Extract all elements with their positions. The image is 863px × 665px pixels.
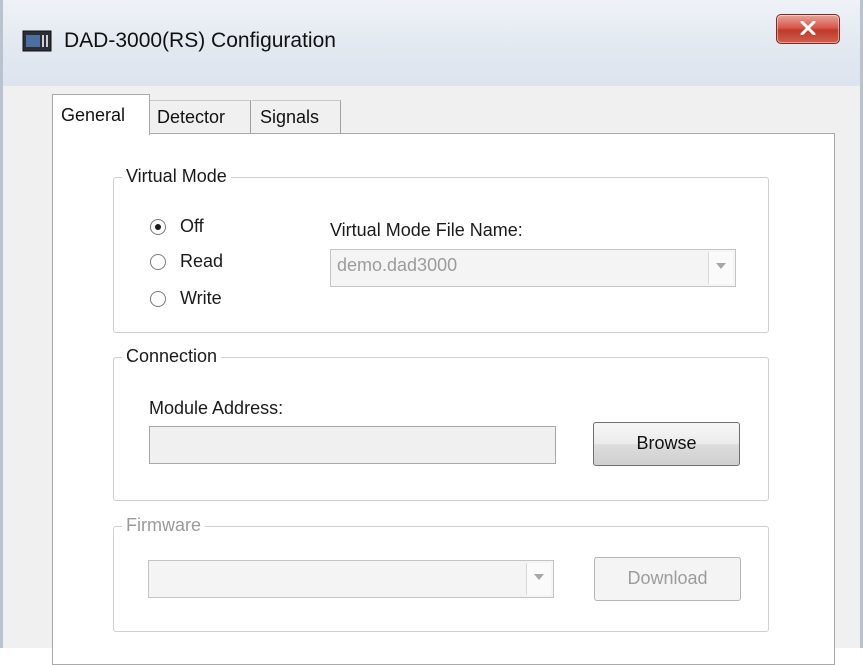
- download-button-label: Download: [627, 568, 708, 588]
- virtual-mode-group: Virtual Mode Off Read Write Virtual Mode…: [113, 166, 769, 333]
- tab-general[interactable]: General: [52, 94, 150, 135]
- download-button[interactable]: Download: [594, 557, 741, 601]
- connection-legend: Connection: [122, 346, 222, 367]
- radio-read-label: Read: [180, 251, 224, 271]
- virtual-file-dropdown-button[interactable]: [708, 252, 733, 284]
- firmware-group: Firmware Download: [113, 515, 769, 632]
- module-address-label: Module Address:: [149, 398, 284, 418]
- firmware-combo[interactable]: [148, 560, 554, 598]
- chevron-down-icon: [534, 574, 544, 580]
- tab-general-label: General: [61, 105, 126, 125]
- browse-button[interactable]: Browse: [593, 422, 740, 466]
- firmware-dropdown-button[interactable]: [526, 563, 551, 595]
- window-title: DAD-3000(RS) Configuration: [64, 29, 336, 52]
- radio-write-indicator[interactable]: [150, 291, 166, 307]
- close-button[interactable]: [776, 14, 840, 44]
- radio-off-indicator[interactable]: [150, 219, 166, 235]
- close-x-icon: [800, 21, 816, 35]
- radio-read-indicator[interactable]: [150, 254, 166, 270]
- tab-signals-label: Signals: [260, 107, 320, 127]
- tab-signals[interactable]: Signals: [252, 100, 341, 135]
- firmware-legend: Firmware: [122, 515, 205, 536]
- browse-button-label: Browse: [636, 433, 697, 453]
- chevron-down-icon: [716, 263, 726, 269]
- tab-detector[interactable]: Detector: [149, 100, 251, 135]
- virtual-file-combo[interactable]: demo.dad3000: [330, 249, 736, 287]
- radio-off-label: Off: [180, 216, 204, 236]
- connection-group: Connection Module Address: Browse: [113, 346, 769, 501]
- virtual-file-value: demo.dad3000: [337, 255, 458, 275]
- virtual-file-label: Virtual Mode File Name:: [330, 220, 523, 240]
- tab-detector-label: Detector: [157, 107, 226, 127]
- device-app-icon: [22, 30, 52, 52]
- radio-write-label: Write: [180, 288, 222, 308]
- config-window: DAD-3000(RS) Configuration General Detec…: [0, 0, 863, 665]
- virtual-mode-legend: Virtual Mode: [122, 166, 231, 187]
- module-address-field[interactable]: [149, 426, 556, 464]
